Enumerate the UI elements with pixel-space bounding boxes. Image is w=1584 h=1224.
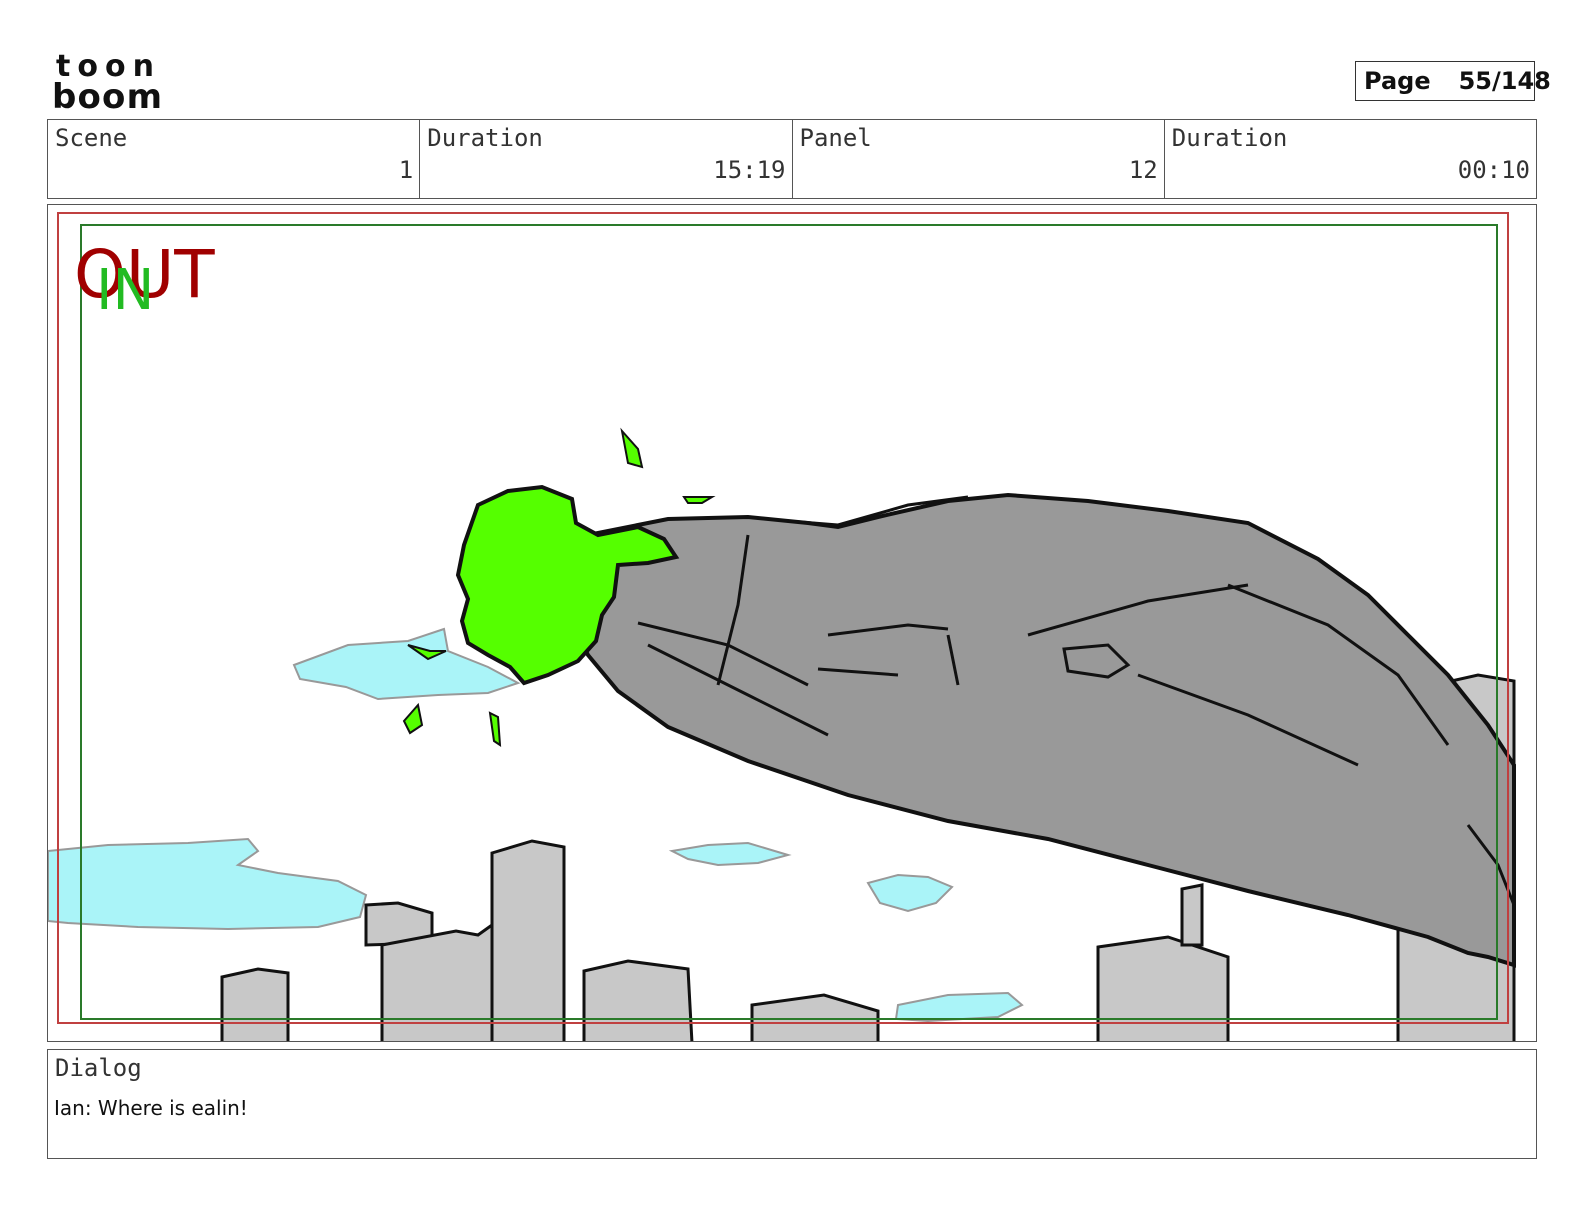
green-splash-1: [620, 427, 644, 469]
scene-value: 1: [398, 156, 414, 184]
cloud-small-1: [668, 841, 792, 867]
scene-cell: Scene 1: [48, 120, 421, 198]
dialog-label: Dialog: [55, 1054, 142, 1082]
storyboard-panel: OUT IN: [47, 204, 1537, 1042]
page-label: Page: [1364, 67, 1431, 95]
logo-text-bottom: boom: [52, 77, 162, 114]
scene-label: Scene: [55, 124, 128, 152]
dialog-box: Dialog Ian: Where is ealin!: [47, 1049, 1537, 1159]
cloud-small-2: [866, 873, 954, 913]
cloud-bottom: [894, 991, 1024, 1023]
panel-value: 12: [1128, 156, 1158, 184]
toon-boom-logo: toon boom: [52, 49, 162, 114]
panel-duration-label: Duration: [1171, 124, 1288, 152]
panel-label: Panel: [799, 124, 872, 152]
panel-drawing: OUT IN: [48, 212, 1516, 1041]
panel-cell: Panel 12: [793, 120, 1165, 198]
cloud-left: [48, 837, 368, 931]
green-splash-2: [682, 496, 716, 504]
scene-duration-value: 15:19: [713, 156, 786, 184]
page-number: 55/148: [1458, 67, 1551, 95]
page-indicator: Page 55/148: [1355, 61, 1551, 101]
info-row: Scene 1 Duration 15:19 Panel 12 Duration…: [47, 119, 1537, 199]
green-splash-4: [402, 702, 424, 735]
dialog-text: Ian: Where is ealin!: [54, 1096, 248, 1120]
green-splash-5: [488, 711, 502, 747]
scene-duration-label: Duration: [427, 124, 543, 152]
panel-duration-value: 00:10: [1457, 156, 1530, 184]
vehicle-shape: [565, 492, 1516, 968]
panel-duration-cell: Duration 00:10: [1165, 120, 1536, 198]
scene-duration-cell: Duration 15:19: [420, 120, 793, 198]
in-marker: IN: [96, 258, 154, 323]
